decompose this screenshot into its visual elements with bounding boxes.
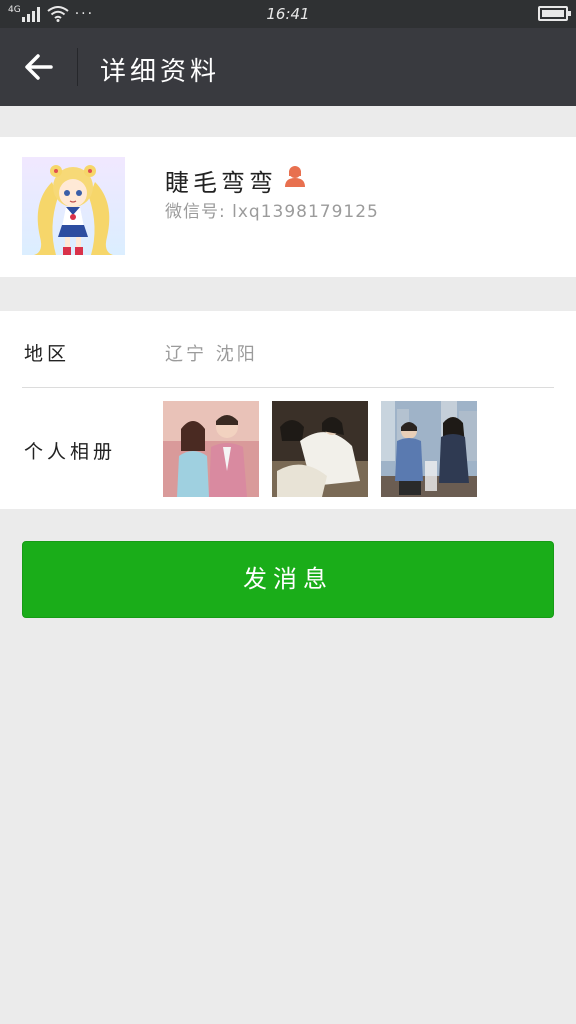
album-photo-1[interactable]	[163, 401, 259, 497]
nickname: 睫毛弯弯	[165, 169, 277, 197]
avatar-illustration	[34, 165, 113, 255]
female-user-icon	[285, 166, 305, 187]
clock: 16:41	[266, 5, 310, 23]
details-card: 地区 辽宁 沈阳 个人相册	[0, 311, 576, 509]
battery-icon	[538, 6, 571, 21]
avatar[interactable]	[22, 157, 125, 255]
region-value: 辽宁 沈阳	[165, 344, 258, 365]
arrow-left-icon	[25, 54, 53, 80]
album-photo-3-image	[381, 401, 477, 497]
status-bar: 4G ··· 16:41	[0, 0, 576, 28]
profile-card: 睫毛弯弯 微信号: lxq1398179125	[0, 137, 576, 277]
album-photo-1-image	[163, 401, 259, 497]
page-title: 详细资料	[100, 57, 221, 87]
send-message-button[interactable]: 发消息	[22, 541, 554, 618]
navigation-bar: 详细资料	[0, 28, 576, 106]
row-divider	[22, 387, 554, 388]
header-divider	[77, 48, 78, 86]
region-label: 地区	[24, 343, 71, 365]
album-photo-2[interactable]	[272, 401, 368, 497]
album-photo-3[interactable]	[381, 401, 477, 497]
album-label: 个人相册	[24, 441, 117, 463]
album-photo-2-image	[272, 401, 368, 497]
wechat-id: 微信号: lxq1398179125	[165, 202, 379, 222]
back-button[interactable]	[18, 46, 60, 88]
